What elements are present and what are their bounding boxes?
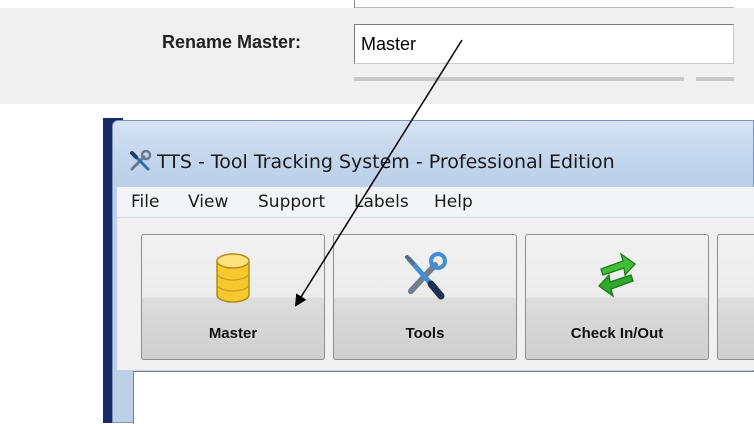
master-button-label: Master (208, 325, 258, 342)
next-field-edge (354, 77, 684, 81)
rename-panel: Rename Master: (0, 0, 754, 104)
tools-icon (405, 252, 447, 300)
menu-file[interactable]: File (131, 192, 159, 212)
check-in-out-button[interactable]: Check In/Out (525, 234, 709, 360)
menu-view[interactable]: View (188, 192, 228, 212)
master-button[interactable]: Master (141, 234, 325, 360)
check-in-out-button-label: Check In/Out (570, 325, 664, 342)
menu-help[interactable]: Help (434, 192, 473, 212)
title-bar[interactable]: TTS - Tool Tracking System - Professiona… (113, 121, 753, 187)
menu-support[interactable]: Support (258, 192, 325, 212)
content-area (133, 371, 754, 424)
window-title: TTS - Tool Tracking System - Professiona… (157, 151, 615, 173)
tools-wrench-screwdriver-icon (130, 150, 152, 171)
menu-bar: File View Support Labels Help (117, 187, 754, 218)
menu-labels[interactable]: Labels (354, 192, 409, 212)
next-toolbar-button[interactable] (717, 234, 754, 360)
desktop-background (0, 104, 103, 423)
previous-field-edge (354, 0, 734, 8)
tools-button[interactable]: Tools (333, 234, 517, 360)
rename-master-label: Rename Master: (162, 32, 302, 52)
app-window: TTS - Tool Tracking System - Professiona… (112, 120, 754, 424)
database-cylinder-icon (216, 253, 250, 303)
swap-arrows-icon (598, 252, 636, 298)
main-toolbar: Master Tools Check In/Out (117, 218, 754, 370)
rename-master-input[interactable] (354, 24, 734, 64)
tools-button-label: Tools (405, 325, 445, 342)
next-field-edge-2 (696, 77, 734, 81)
